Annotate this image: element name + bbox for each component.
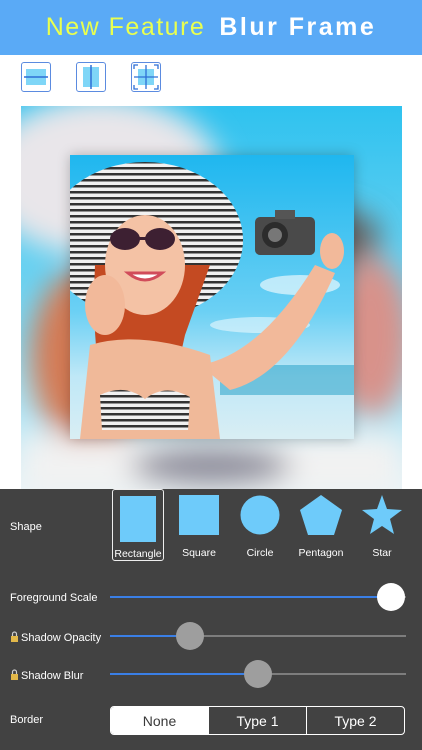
shape-circle-button[interactable]: Circle: [234, 489, 286, 561]
pentagon-shape-icon: [300, 495, 342, 535]
star-shape-icon: [362, 495, 402, 534]
slider-fill: [110, 596, 391, 598]
border-label: Border: [10, 714, 44, 726]
slider-fill: [110, 673, 258, 675]
border-segmented-control: None Type 1 Type 2: [110, 706, 405, 735]
foreground-scale-slider[interactable]: [110, 583, 406, 611]
shadow-blur-slider[interactable]: [110, 660, 406, 688]
shadow-blur-label: Shadow Blur: [21, 670, 84, 682]
app-header: New Feature Blur Frame: [0, 0, 422, 55]
editor-canvas[interactable]: [21, 106, 402, 489]
shape-circle-label: Circle: [246, 547, 274, 559]
layout-grid-expand-button[interactable]: [131, 62, 161, 92]
shape-star-button[interactable]: Star: [356, 489, 408, 561]
shape-pentagon-label: Pentagon: [298, 547, 344, 559]
border-option-none[interactable]: None: [111, 707, 208, 734]
header-title-blur-frame: Blur Frame: [219, 13, 377, 41]
header-title-new-feature: New Feature: [45, 13, 206, 41]
layout-grid-expand-icon: [133, 64, 159, 90]
shape-rectangle-button[interactable]: Rectangle: [112, 489, 164, 561]
shape-label: Shape: [10, 521, 42, 533]
layout-split-horizontal-button[interactable]: [21, 62, 51, 92]
shape-rectangle-label: Rectangle: [114, 548, 162, 560]
control-panel: Shape Rectangle Square Circle Pentagon S…: [0, 489, 422, 750]
shape-star-label: Star: [372, 547, 392, 559]
slider-thumb[interactable]: [176, 622, 204, 650]
circle-shape-icon: [240, 495, 280, 535]
shape-square-label: Square: [182, 547, 216, 559]
shadow-blur-label-row: Shadow Blur: [10, 669, 83, 682]
border-option-type-2[interactable]: Type 2: [306, 707, 404, 734]
shadow-opacity-label: Shadow Opacity: [21, 632, 102, 644]
rectangle-shape-icon: [120, 496, 156, 542]
layout-split-vertical-button[interactable]: [76, 62, 106, 92]
selfie-photo-image: [70, 155, 354, 439]
layout-split-vertical-icon: [83, 65, 99, 89]
foreground-photo[interactable]: [70, 155, 354, 439]
foreground-scale-label: Foreground Scale: [10, 592, 98, 604]
shadow-opacity-slider[interactable]: [110, 622, 406, 650]
shadow-opacity-label-row: Shadow Opacity: [10, 631, 101, 644]
slider-thumb[interactable]: [377, 583, 405, 611]
layout-toolbar: [0, 55, 422, 105]
lock-icon: [11, 631, 18, 642]
lock-icon: [11, 669, 18, 680]
layout-split-horizontal-icon: [24, 69, 48, 85]
slider-thumb[interactable]: [244, 660, 272, 688]
border-option-type-1[interactable]: Type 1: [208, 707, 306, 734]
shape-pentagon-button[interactable]: Pentagon: [295, 489, 347, 561]
shape-square-button[interactable]: Square: [173, 489, 225, 561]
square-shape-icon: [179, 495, 219, 535]
